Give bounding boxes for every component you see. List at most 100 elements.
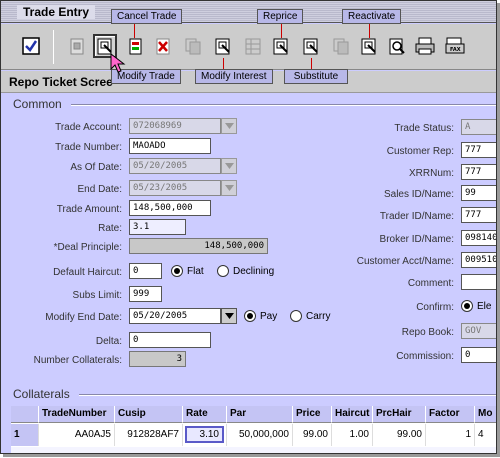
deal-principle-field: 148,500,000 bbox=[129, 238, 268, 254]
view-icon[interactable] bbox=[385, 34, 409, 58]
confirm-label: Confirm: bbox=[416, 302, 454, 313]
table-cell[interactable]: 99.00 bbox=[293, 424, 332, 446]
trade-account-field[interactable]: 072068969 bbox=[129, 118, 221, 134]
repo-book-label: Repo Book: bbox=[401, 327, 454, 338]
subs-limit-field[interactable]: 999 bbox=[129, 286, 162, 302]
column-header[interactable]: PrcHair bbox=[373, 406, 426, 423]
as-of-date-label: As Of Date: bbox=[70, 162, 122, 173]
delta-field[interactable]: 0 bbox=[129, 332, 211, 348]
customer-rep-field[interactable]: 777 bbox=[461, 142, 496, 158]
modify-end-date-dropdown[interactable] bbox=[221, 308, 237, 324]
trade-amount-label: Trade Amount: bbox=[56, 204, 122, 215]
screen-title: Repo Ticket Scree bbox=[9, 75, 113, 89]
column-header[interactable]: TradeNumber bbox=[39, 406, 115, 423]
substitute-icon[interactable] bbox=[299, 34, 323, 58]
modify-interest-callout: Modify Interest bbox=[195, 69, 273, 84]
column-header[interactable]: Cusip bbox=[115, 406, 183, 423]
subs-limit-label: Subs Limit: bbox=[72, 290, 122, 301]
chevron-down-icon bbox=[224, 185, 234, 191]
column-header[interactable]: Rate bbox=[183, 406, 227, 423]
trade-account-dropdown[interactable] bbox=[221, 118, 237, 134]
copy-icon[interactable] bbox=[329, 34, 353, 58]
toolbar: FAX bbox=[1, 24, 496, 70]
xrrnum-field[interactable]: 777 bbox=[461, 164, 496, 180]
trade-amount-field[interactable]: 148,500,000 bbox=[129, 200, 211, 216]
delete-icon[interactable] bbox=[151, 34, 175, 58]
trade-number-label: Trade Number: bbox=[55, 142, 122, 153]
pay-radio[interactable]: Pay bbox=[244, 310, 277, 322]
modify-end-date-label: Modify End Date: bbox=[45, 312, 122, 323]
table-cell-editing[interactable]: 3.10 bbox=[183, 424, 227, 446]
chevron-down-icon bbox=[224, 123, 234, 129]
as-of-date-field[interactable]: 05/20/2005 bbox=[129, 158, 221, 174]
new-ticket-icon[interactable] bbox=[65, 34, 89, 58]
fax-icon[interactable]: FAX bbox=[443, 34, 467, 58]
collaterals-section-title: Collaterals bbox=[13, 387, 70, 401]
column-header[interactable]: Par bbox=[227, 406, 293, 423]
table-cell[interactable]: AA0AJ5 bbox=[39, 424, 115, 446]
stage: Trade Entry FAX Cancel Trade Reprice Rea… bbox=[0, 0, 500, 458]
column-header[interactable]: Price bbox=[293, 406, 332, 423]
radio-selected-icon bbox=[171, 265, 183, 277]
trade-number-field[interactable]: MAOADO bbox=[129, 138, 211, 154]
copy-icon[interactable] bbox=[181, 34, 205, 58]
table-cell[interactable]: 912828AF7 bbox=[115, 424, 183, 446]
default-haircut-field[interactable]: 0 bbox=[129, 263, 162, 279]
end-date-dropdown[interactable] bbox=[221, 180, 237, 196]
customer-rep-label: Customer Rep: bbox=[386, 146, 454, 157]
pay-label: Pay bbox=[260, 310, 278, 322]
column-header[interactable]: Haircut bbox=[332, 406, 373, 423]
title-bar[interactable]: Trade Entry bbox=[1, 1, 496, 23]
chevron-down-icon bbox=[224, 313, 234, 319]
haircut-declining-radio[interactable]: Declining bbox=[217, 265, 274, 277]
modify-interest-icon[interactable] bbox=[211, 34, 235, 58]
substitute-callout: Substitute bbox=[284, 69, 348, 84]
table-cell[interactable]: 1.00 bbox=[332, 424, 373, 446]
comment-field[interactable] bbox=[461, 274, 496, 290]
xrrnum-label: XRRNum: bbox=[408, 168, 454, 179]
table-cell[interactable]: 50,000,000 bbox=[227, 424, 293, 446]
table-cell[interactable]: 1 bbox=[426, 424, 475, 446]
commission-field[interactable]: 0 bbox=[461, 347, 496, 363]
column-header[interactable]: Mo bbox=[475, 406, 496, 423]
trade-account-label: Trade Account: bbox=[55, 122, 122, 133]
grid-icon[interactable] bbox=[241, 34, 265, 58]
end-date-label: End Date: bbox=[77, 184, 122, 195]
rate-field[interactable]: 3.1 bbox=[129, 219, 186, 235]
printer-icon[interactable] bbox=[413, 34, 437, 58]
table-cell[interactable]: 4 bbox=[475, 424, 496, 446]
carry-radio[interactable]: Carry bbox=[290, 310, 330, 322]
chevron-down-icon bbox=[224, 163, 234, 169]
radio-selected-icon bbox=[244, 310, 256, 322]
radio-selected-icon bbox=[461, 300, 473, 312]
haircut-flat-radio[interactable]: Flat bbox=[171, 265, 204, 277]
cancel-trade-icon[interactable] bbox=[123, 34, 147, 58]
default-haircut-label: Default Haircut: bbox=[53, 267, 122, 278]
trade-status-label: Trade Status: bbox=[394, 123, 454, 134]
repo-book-field[interactable]: GOV bbox=[461, 323, 496, 339]
trade-entry-window: Trade Entry FAX Cancel Trade Reprice Rea… bbox=[0, 0, 497, 454]
haircut-declining-label: Declining bbox=[233, 265, 275, 277]
broker-id-field[interactable]: 098140 bbox=[461, 230, 496, 246]
column-header[interactable]: Factor bbox=[426, 406, 475, 423]
carry-label: Carry bbox=[306, 310, 331, 322]
table-cell-row-number: 1 bbox=[11, 424, 39, 446]
broker-id-label: Broker ID/Name: bbox=[379, 234, 454, 245]
comment-label: Comment: bbox=[407, 278, 454, 289]
table-row[interactable] bbox=[11, 447, 496, 453]
window-title: Trade Entry bbox=[17, 5, 96, 19]
confirm-electronic-radio[interactable]: Ele bbox=[461, 300, 491, 312]
table-cell[interactable]: 99.00 bbox=[373, 424, 426, 446]
as-of-date-dropdown[interactable] bbox=[221, 158, 237, 174]
end-date-field[interactable]: 05/23/2005 bbox=[129, 180, 221, 196]
confirm-electronic-label: Ele bbox=[477, 300, 492, 312]
commission-label: Commission: bbox=[396, 351, 454, 362]
trader-id-field[interactable]: 777 bbox=[461, 207, 496, 223]
trade-status-field[interactable]: A bbox=[461, 119, 496, 135]
modify-end-date-field[interactable]: 05/20/2005 bbox=[129, 308, 221, 324]
checkbox-icon[interactable] bbox=[19, 34, 43, 58]
sales-id-field[interactable]: 99 bbox=[461, 185, 496, 201]
table-row[interactable]: 1 AA0AJ5 912828AF7 3.10 50,000,000 99.00… bbox=[11, 424, 496, 446]
rate-cell-editor[interactable]: 3.10 bbox=[185, 426, 224, 443]
customer-acct-field[interactable]: 009510 bbox=[461, 252, 496, 268]
